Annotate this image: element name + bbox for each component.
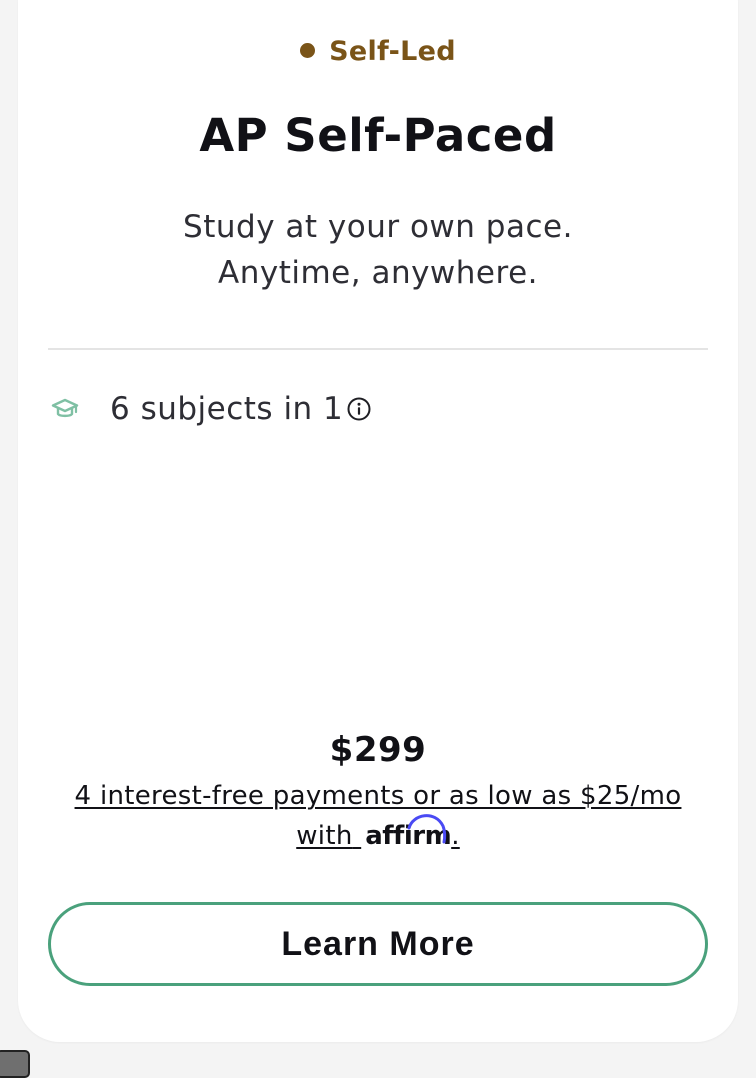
subtitle-line-1: Study at your own pace. — [183, 209, 573, 245]
badge-label: Self-Led — [329, 36, 456, 67]
feature-label: 6 subjects in 1 — [110, 391, 344, 427]
graduation-cap-icon — [50, 394, 80, 424]
financing-line-2: with affirm. — [58, 814, 698, 856]
plan-badge: Self-Led — [18, 36, 738, 68]
info-icon[interactable] — [347, 397, 371, 421]
floating-widget-handle[interactable] — [0, 1050, 30, 1078]
subtitle-line-2: Anytime, anywhere. — [218, 255, 538, 291]
financing-line-1: 4 interest-free payments or as low as $2… — [74, 781, 682, 811]
plan-card: Self-Led AP Self-Paced Study at your own… — [18, 0, 738, 1042]
affirm-arc-icon — [407, 814, 447, 844]
affirm-logo: affirm — [365, 814, 452, 856]
learn-more-button[interactable]: Learn More — [48, 902, 708, 986]
plan-price: $299 — [329, 730, 427, 770]
financing-prefix: with — [296, 821, 353, 851]
affirm-financing-link[interactable]: 4 interest-free payments or as low as $2… — [58, 776, 698, 856]
badge-dot-icon — [300, 43, 316, 58]
plan-subtitle: Study at your own pace. Anytime, anywher… — [18, 204, 738, 296]
feature-item: 6 subjects in 1 — [48, 388, 371, 430]
divider — [48, 348, 708, 350]
affirm-suffix: . — [451, 821, 460, 851]
plan-title: AP Self-Paced — [199, 109, 557, 162]
